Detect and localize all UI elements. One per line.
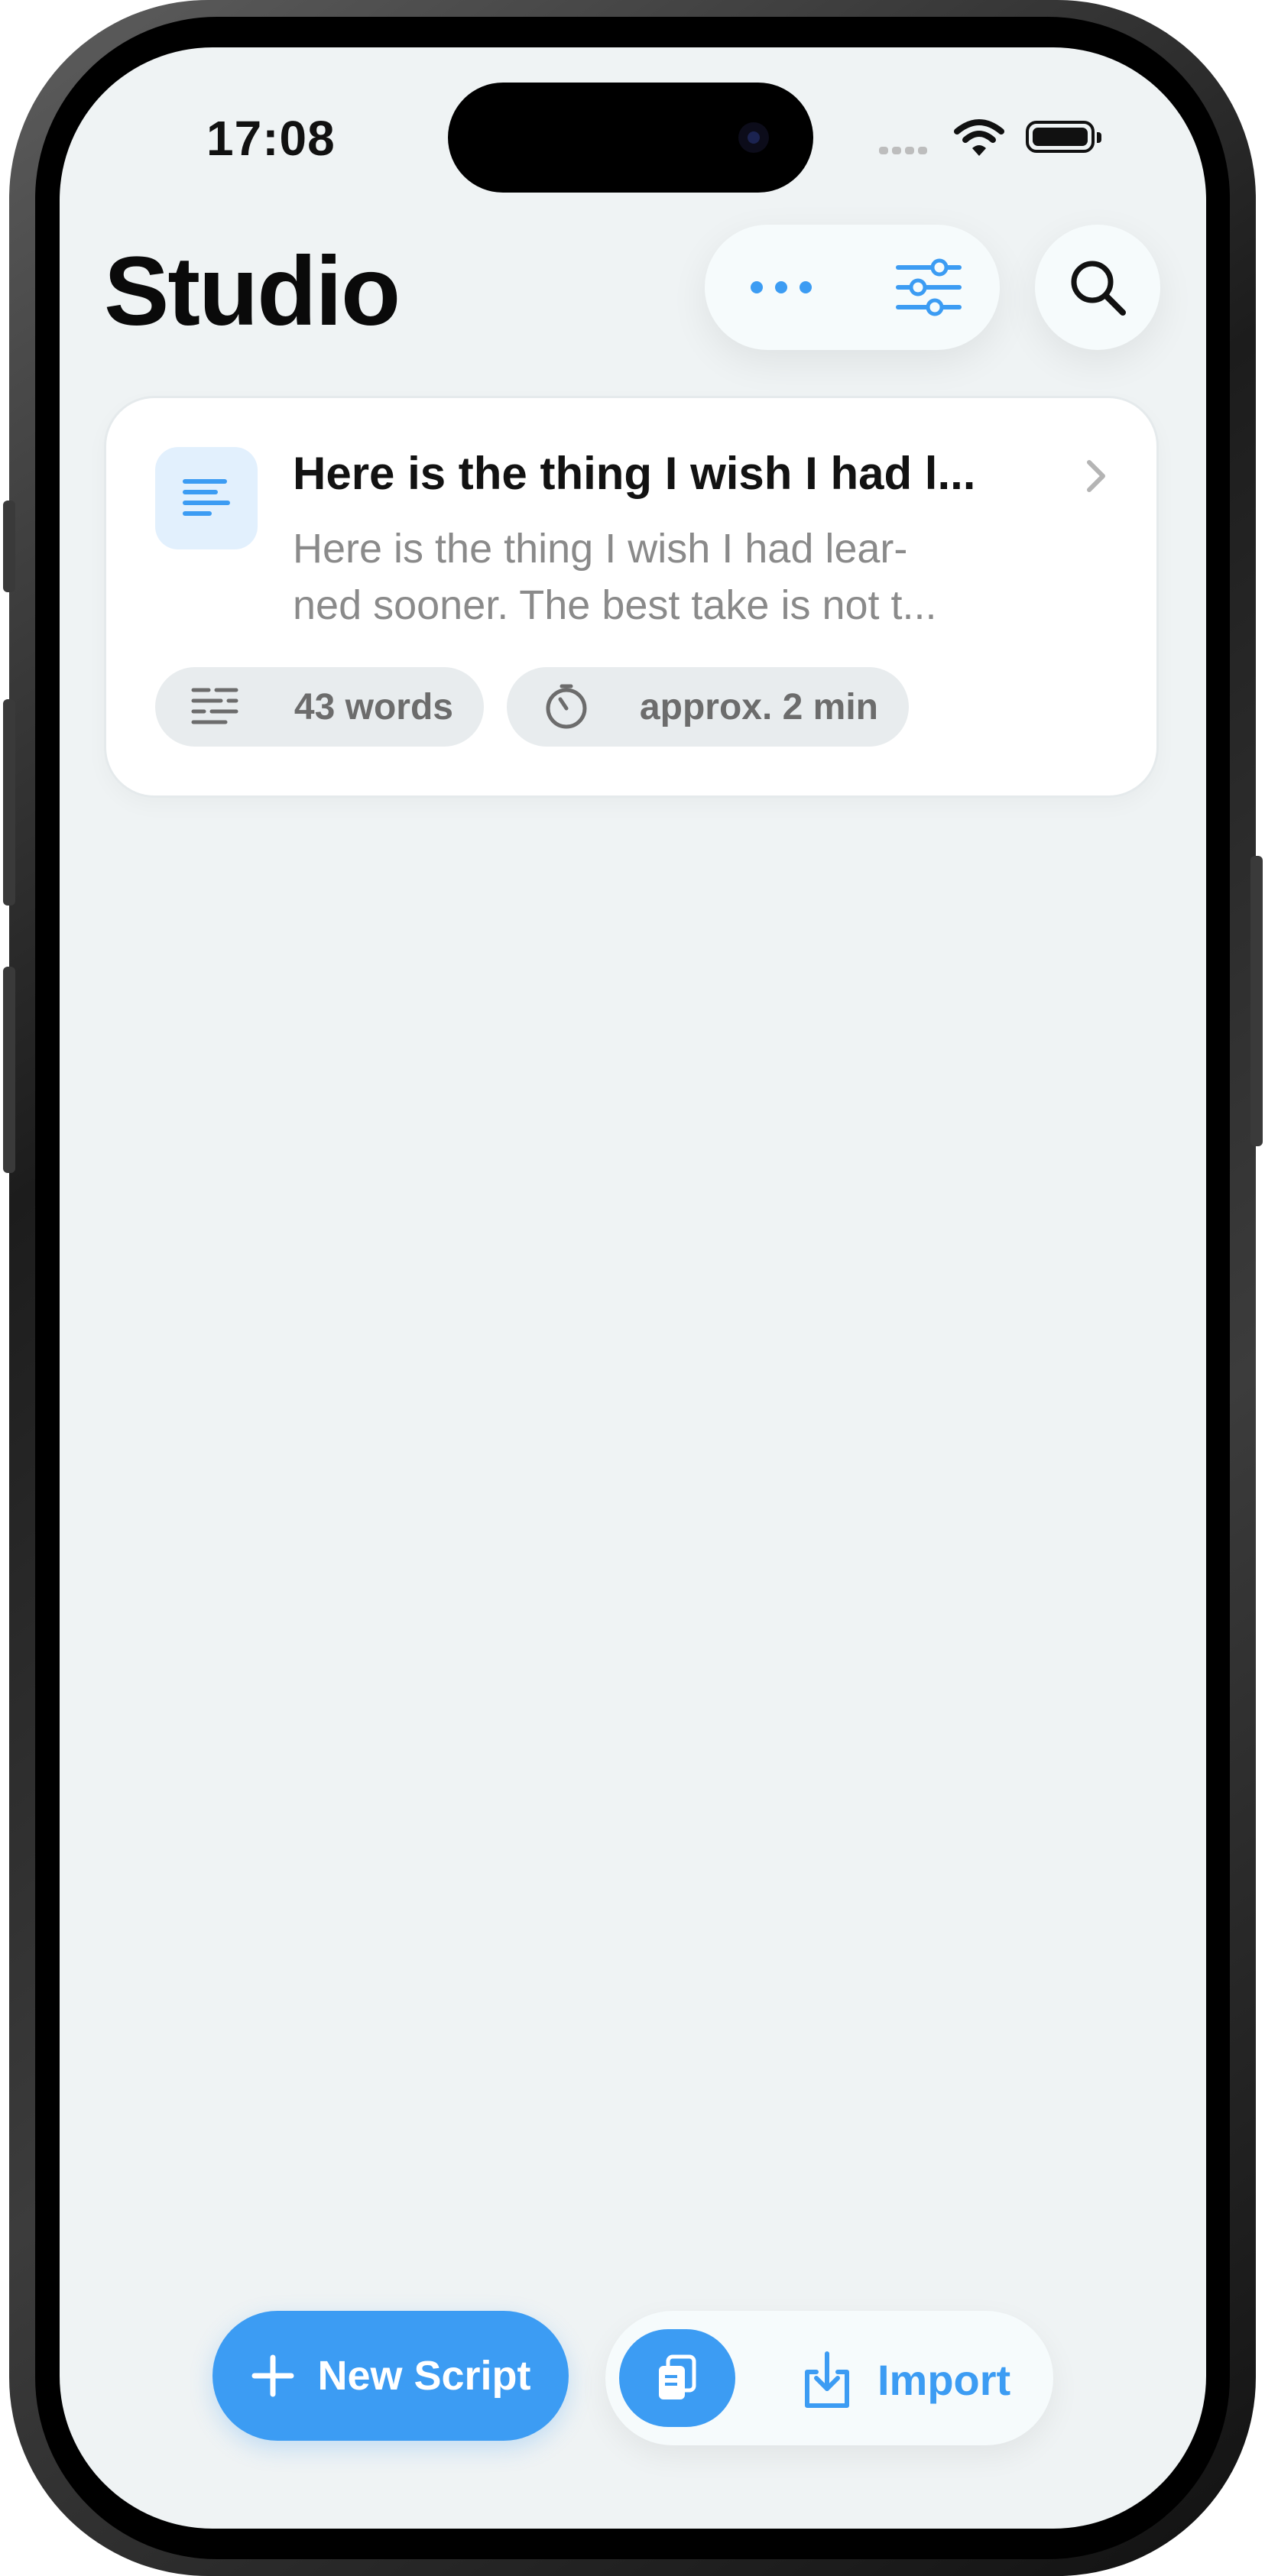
document-icon (155, 447, 258, 549)
power-button (1250, 856, 1263, 1146)
clipboard-icon (659, 2354, 696, 2399)
duration-badge: approx. 2 min (507, 667, 909, 747)
chevron-right-icon (1087, 460, 1105, 492)
battery-icon (1026, 121, 1101, 153)
status-time: 17:08 (206, 111, 336, 166)
import-label: Import (877, 2355, 1011, 2404)
volume-down-button (3, 967, 15, 1173)
header-actions (705, 225, 1000, 350)
plus-icon (251, 2354, 294, 2397)
script-card[interactable]: Here is the thing I wish I had l... Here… (104, 396, 1159, 798)
word-count-badge: 43 words (155, 667, 484, 747)
new-script-button[interactable]: New Script (212, 2311, 569, 2441)
ellipsis-icon (751, 281, 812, 293)
page-title: Studio (104, 237, 401, 346)
import-button[interactable]: Import (800, 2340, 1010, 2419)
search-button[interactable] (1035, 225, 1160, 350)
script-preview: Here is the thing I wish I had lear- ned… (293, 526, 937, 628)
paste-button[interactable] (619, 2329, 735, 2427)
text-lines-icon (191, 688, 238, 724)
wifi-icon (954, 119, 1004, 156)
action-button (3, 501, 15, 592)
new-script-label: New Script (317, 2353, 531, 2399)
filter-button[interactable] (887, 249, 971, 326)
sliders-icon (896, 258, 962, 316)
word-count-label: 43 words (294, 686, 453, 727)
search-icon (1071, 261, 1126, 316)
import-icon (805, 2351, 849, 2408)
duration-label: approx. 2 min (639, 686, 878, 727)
script-title: Here is the thing I wish I had l... (293, 448, 976, 499)
dynamic-island (448, 83, 813, 193)
camera-icon (738, 122, 769, 153)
timer-icon (546, 684, 587, 729)
cellular-signal-icon (879, 147, 927, 154)
volume-up-button (3, 699, 15, 906)
more-button[interactable] (735, 254, 827, 321)
import-controls: Import (605, 2311, 1053, 2445)
app-screen: 17:08 Studio Here is the thing I wish I … (60, 47, 1206, 2529)
